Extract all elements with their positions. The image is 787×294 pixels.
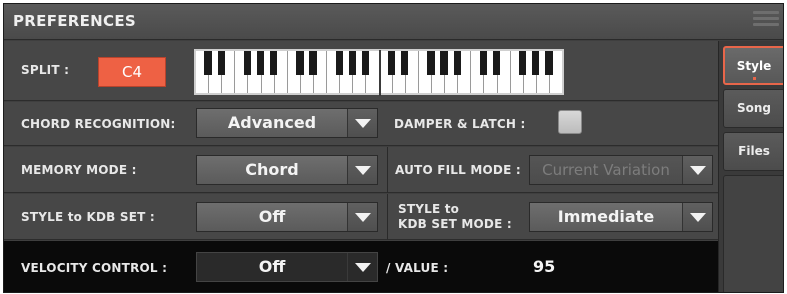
- black-key: [545, 51, 553, 76]
- style-kdb-set-value: Off: [258, 207, 286, 226]
- black-key: [388, 51, 396, 76]
- black-key: [270, 51, 278, 76]
- black-key: [296, 51, 304, 76]
- style-kdb-set-dropdown[interactable]: Off: [196, 202, 378, 232]
- keyboard-split-icon[interactable]: [194, 49, 564, 96]
- chord-recognition-row: CHORD RECOGNITION: Advanced DAMPER & LAT…: [4, 102, 718, 146]
- auto-fill-mode-label: AUTO FILL MODE :: [395, 163, 521, 177]
- column-divider: [387, 147, 388, 193]
- velocity-control-dropdown[interactable]: Off: [196, 252, 378, 282]
- black-key: [479, 51, 488, 76]
- side-tabs: Style Song Files: [718, 41, 783, 292]
- black-key: [519, 51, 527, 76]
- black-key: [401, 51, 409, 76]
- black-key: [492, 51, 501, 76]
- style-kdb-set-mode-label-line1: STYLE to: [398, 202, 460, 216]
- style-kdb-set-mode-label-line2: KDB SET MODE :: [398, 217, 512, 231]
- memory-mode-dropdown[interactable]: Chord: [196, 155, 378, 185]
- chord-recognition-dropdown[interactable]: Advanced: [196, 108, 378, 138]
- split-point-button[interactable]: C4: [98, 57, 166, 87]
- damper-latch-checkbox[interactable]: [558, 110, 582, 134]
- black-key: [532, 51, 540, 76]
- white-key: [419, 51, 435, 93]
- style-kdb-set-mode-label: STYLE to KDB SET MODE :: [398, 202, 512, 232]
- chevron-down-icon: [682, 156, 712, 184]
- white-key: [327, 51, 343, 93]
- style-kdb-set-label: STYLE to KDB SET :: [21, 210, 155, 224]
- chevron-down-icon: [682, 203, 712, 231]
- chord-recognition-label: CHORD RECOGNITION:: [21, 117, 176, 131]
- chevron-down-icon: [347, 203, 377, 231]
- black-key: [204, 51, 212, 76]
- style-kdb-set-mode-value: Immediate: [557, 207, 655, 226]
- chevron-down-icon: [347, 109, 377, 137]
- white-key: [471, 51, 488, 93]
- velocity-control-value: Off: [258, 257, 286, 276]
- memory-mode-value: Chord: [245, 160, 299, 179]
- black-key: [348, 51, 356, 76]
- damper-latch-label: DAMPER & LATCH :: [394, 117, 526, 131]
- tab-style-label: Style: [736, 59, 772, 73]
- velocity-control-label: VELOCITY CONTROL :: [21, 261, 168, 275]
- black-key: [217, 51, 225, 76]
- tab-files-label: Files: [738, 144, 770, 158]
- active-tab-indicator: [753, 77, 756, 80]
- velocity-value-label: / VALUE :: [386, 261, 449, 275]
- preferences-panel: SPLIT : C4 CHORD RECOGNITION: Advanced D…: [4, 41, 718, 292]
- white-key: [196, 51, 212, 93]
- white-key: [235, 51, 252, 93]
- auto-fill-mode-value: Current Variation: [542, 161, 670, 179]
- title-bar: PREFERENCES: [4, 4, 783, 40]
- memory-mode-row: MEMORY MODE : Chord AUTO FILL MODE : Cur…: [4, 147, 718, 193]
- black-key: [309, 51, 317, 76]
- split-label: SPLIT :: [21, 63, 70, 77]
- hamburger-menu-icon[interactable]: [753, 11, 779, 33]
- white-key: [288, 51, 304, 93]
- chevron-down-icon: [347, 253, 377, 281]
- memory-mode-label: MEMORY MODE :: [21, 163, 137, 177]
- tab-song-label: Song: [736, 101, 772, 115]
- tab-song[interactable]: Song: [723, 89, 783, 128]
- white-key: [511, 51, 527, 93]
- style-kdb-set-row: STYLE to KDB SET : Off STYLE to KDB SET …: [4, 194, 718, 240]
- chevron-down-icon: [347, 156, 377, 184]
- chord-recognition-value: Advanced: [227, 113, 317, 132]
- black-key: [427, 51, 435, 76]
- velocity-control-row: VELOCITY CONTROL : Off / VALUE : 95: [4, 241, 718, 292]
- side-tabs-filler: [723, 175, 783, 292]
- split-marker: [379, 50, 381, 96]
- auto-fill-mode-dropdown[interactable]: Current Variation: [529, 155, 713, 185]
- split-row: SPLIT : C4: [4, 41, 718, 101]
- black-key: [453, 51, 461, 76]
- style-kdb-set-mode-dropdown[interactable]: Immediate: [529, 202, 713, 232]
- column-divider: [387, 194, 388, 240]
- velocity-value-field[interactable]: 95: [533, 257, 555, 276]
- preferences-window: PREFERENCES SPLIT : C4 CHORD RECOGNITION…: [3, 3, 784, 293]
- page-title: PREFERENCES: [13, 12, 136, 30]
- black-key: [243, 51, 252, 76]
- tab-files[interactable]: Files: [723, 132, 783, 171]
- black-key: [335, 51, 343, 76]
- white-key: [380, 51, 396, 93]
- black-key: [256, 51, 265, 76]
- tab-style[interactable]: Style: [723, 46, 783, 85]
- black-key: [361, 51, 370, 76]
- black-key: [440, 51, 448, 76]
